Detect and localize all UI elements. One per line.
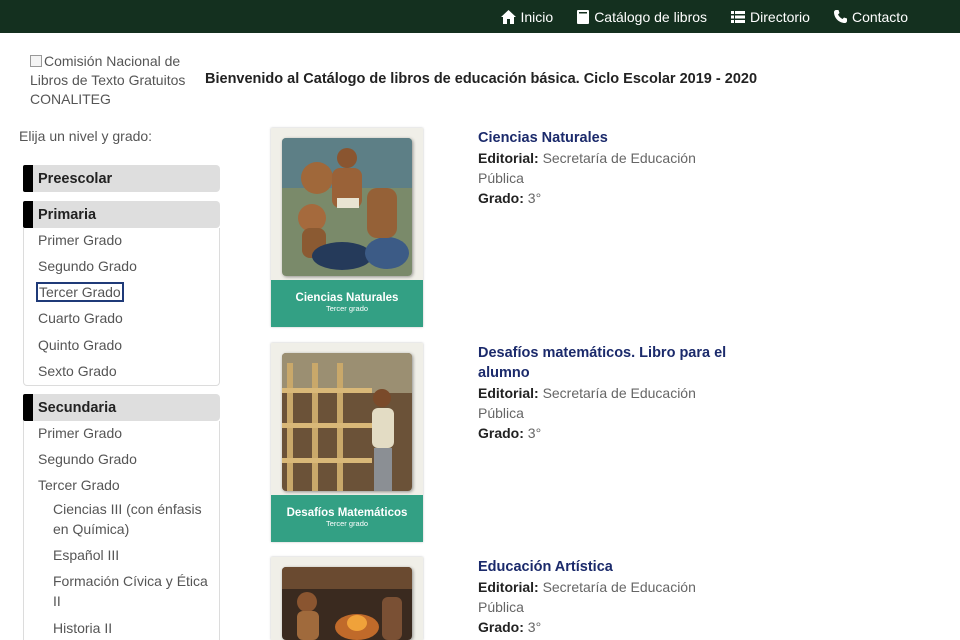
subject-espanol[interactable]: Español III [53, 545, 218, 565]
cover-subtitle: Tercer grado [325, 304, 369, 313]
cover-illustration [282, 353, 412, 491]
home-icon [500, 9, 516, 24]
subject-historia[interactable]: Historia II [53, 618, 218, 638]
cover-illustration [282, 138, 412, 276]
site-logo[interactable]: Comisión Nacional de Libros de Texto Gra… [30, 52, 200, 109]
secundaria-grade-2[interactable]: Segundo Grado [38, 451, 137, 467]
main-nav: Inicio Catálogo de libros Directorio Con… [500, 0, 908, 33]
logo-alt-text: Comisión Nacional de Libros de Texto Gra… [30, 53, 186, 107]
nav-contacto[interactable]: Contacto [833, 8, 908, 25]
subject-ciencias[interactable]: Ciencias III (con énfasis en Química) [53, 499, 218, 539]
level-secundaria[interactable]: Secundaria [23, 394, 220, 421]
book-title-link[interactable]: Educación Artística [478, 557, 758, 577]
book-grado: Grado: 3° [478, 188, 718, 208]
cover-illustration [282, 567, 412, 640]
primaria-grade-4[interactable]: Cuarto Grado [38, 310, 123, 326]
primaria-grade-2[interactable]: Segundo Grado [38, 258, 137, 274]
primaria-grade-1[interactable]: Primer Grado [38, 232, 122, 248]
secundaria-grade-1[interactable]: Primer Grado [38, 425, 122, 441]
cover-subtitle: Tercer grado [325, 519, 369, 528]
grado-value: 3° [527, 190, 542, 206]
welcome-heading: Bienvenido al Catálogo de libros de educ… [205, 71, 758, 87]
nav-contacto-label: Contacto [851, 8, 908, 25]
editorial-label: Editorial: [478, 579, 539, 595]
primaria-grade-5[interactable]: Quinto Grado [38, 337, 122, 353]
cover-band: Ciencias Naturales Tercer grado [271, 280, 423, 327]
book-grado: Grado: 3° [478, 617, 718, 637]
book-editorial: Editorial: Secretaría de Educación Públi… [478, 148, 718, 188]
list-icon [731, 10, 746, 23]
level-preescolar[interactable]: Preescolar [23, 165, 220, 192]
nav-inicio-label: Inicio [520, 8, 554, 25]
grado-label: Grado: [478, 619, 524, 635]
cover-band: Desafíos Matemáticos Tercer grado [271, 495, 423, 542]
nav-inicio[interactable]: Inicio [500, 8, 554, 25]
editorial-label: Editorial: [478, 385, 539, 401]
nav-directorio[interactable]: Directorio [731, 9, 810, 25]
level-prompt: Elija un nivel y grado: [19, 128, 153, 144]
secundaria-grade-3[interactable]: Tercer Grado [38, 477, 120, 493]
cover-title: Desafíos Matemáticos [286, 507, 408, 519]
cover-title: Ciencias Naturales [295, 292, 399, 304]
book-cover-artistica[interactable] [271, 557, 423, 640]
grado-label: Grado: [478, 190, 524, 206]
nav-directorio-label: Directorio [750, 8, 810, 25]
book-editorial: Editorial: Secretaría de Educación Públi… [478, 383, 718, 423]
book-cover-desafios[interactable]: Desafíos Matemáticos Tercer grado [271, 343, 423, 542]
grado-label: Grado: [478, 425, 524, 441]
grado-value: 3° [527, 619, 542, 635]
nav-catalogo[interactable]: Catálogo de libros [577, 9, 707, 25]
broken-image-icon [30, 55, 42, 67]
book-icon [577, 9, 590, 24]
editorial-label: Editorial: [478, 150, 539, 166]
book-cover-ciencias[interactable]: Ciencias Naturales Tercer grado [271, 128, 423, 327]
top-navbar: Inicio Catálogo de libros Directorio Con… [0, 0, 960, 33]
book-title-link[interactable]: Ciencias Naturales [478, 128, 758, 148]
nav-catalogo-label: Catálogo de libros [594, 8, 708, 25]
level-primaria[interactable]: Primaria [23, 201, 220, 228]
subject-civica[interactable]: Formación Cívica y Ética II [53, 571, 218, 611]
grado-value: 3° [527, 425, 542, 441]
book-title-link[interactable]: Desafíos matemáticos. Libro para el alum… [478, 343, 758, 383]
primaria-grade-3[interactable]: Tercer Grado [36, 282, 124, 302]
book-editorial: Editorial: Secretaría de Educación Públi… [478, 577, 718, 617]
book-grado: Grado: 3° [478, 423, 718, 443]
phone-icon [833, 10, 847, 23]
primaria-grade-6[interactable]: Sexto Grado [38, 363, 117, 379]
